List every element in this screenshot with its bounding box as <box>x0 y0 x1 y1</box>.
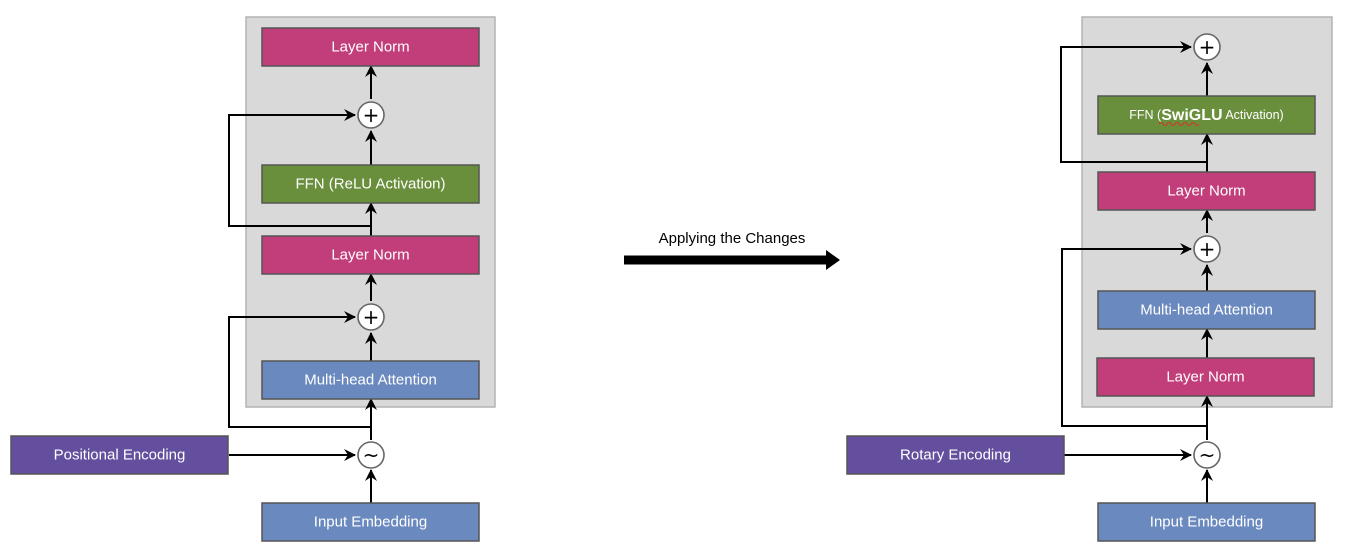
right-add-node-bottom: + <box>1193 235 1221 263</box>
right-input-embedding: Input Embedding <box>1097 502 1316 542</box>
left-multi-head-attention: Multi-head Attention <box>261 360 480 400</box>
modified-transformer: FFN (SwiGLU Activation) Layer Norm Multi… <box>846 16 1333 542</box>
right-layer-norm-upper-label: Layer Norm <box>1167 183 1245 200</box>
right-layer-norm-lower-label: Layer Norm <box>1166 369 1244 386</box>
add-icon: + <box>363 103 380 127</box>
rotary-encoding-label: Rotary Encoding <box>900 447 1011 464</box>
original-transformer: Layer Norm FFN (ReLU Activation) Layer N… <box>10 16 496 542</box>
left-layer-norm-top: Layer Norm <box>261 27 480 67</box>
left-input-embedding: Input Embedding <box>261 502 480 542</box>
right-multi-head-attention: Multi-head Attention <box>1097 290 1316 330</box>
right-ffn-swiglu: FFN (SwiGLU Activation) <box>1097 95 1316 135</box>
add-icon: + <box>1199 35 1216 59</box>
right-attention-label: Multi-head Attention <box>1140 302 1273 319</box>
combine-icon: ~ <box>1199 443 1216 467</box>
right-layer-norm-lower: Layer Norm <box>1096 357 1315 397</box>
left-layer-norm-mid-label: Layer Norm <box>331 247 409 264</box>
ffn-prefix: FFN ( <box>1129 108 1162 122</box>
left-combine-node: ~ <box>357 441 385 469</box>
right-input-embedding-label: Input Embedding <box>1150 514 1263 531</box>
ffn-suffix: Activation) <box>1223 108 1284 122</box>
left-add-node-top: + <box>357 101 385 129</box>
left-positional-encoding: Positional Encoding <box>10 435 229 475</box>
positional-encoding-label: Positional Encoding <box>54 447 186 464</box>
combine-icon: ~ <box>363 443 380 467</box>
right-add-node-top: + <box>1193 33 1221 61</box>
right-layer-norm-upper: Layer Norm <box>1097 171 1316 211</box>
right-ffn-label: FFN (SwiGLU Activation) <box>1129 107 1283 124</box>
add-icon: + <box>363 305 380 329</box>
left-layer-norm-mid: Layer Norm <box>261 235 480 275</box>
architecture-diagram: Layer Norm FFN (ReLU Activation) Layer N… <box>10 16 1333 542</box>
left-input-embedding-label: Input Embedding <box>314 514 427 531</box>
right-combine-node: ~ <box>1193 441 1221 469</box>
left-ffn-relu: FFN (ReLU Activation) <box>261 164 480 204</box>
transition-label: Applying the Changes <box>659 230 806 247</box>
left-add-node-bottom: + <box>357 303 385 331</box>
left-ffn-label: FFN (ReLU Activation) <box>295 176 445 193</box>
right-rotary-encoding: Rotary Encoding <box>846 435 1065 475</box>
add-icon: + <box>1199 237 1216 261</box>
transition: Applying the Changes <box>624 230 840 270</box>
left-attention-label: Multi-head Attention <box>304 372 437 389</box>
ffn-highlight: SwiGLU <box>1161 107 1222 124</box>
left-layer-norm-top-label: Layer Norm <box>331 39 409 56</box>
